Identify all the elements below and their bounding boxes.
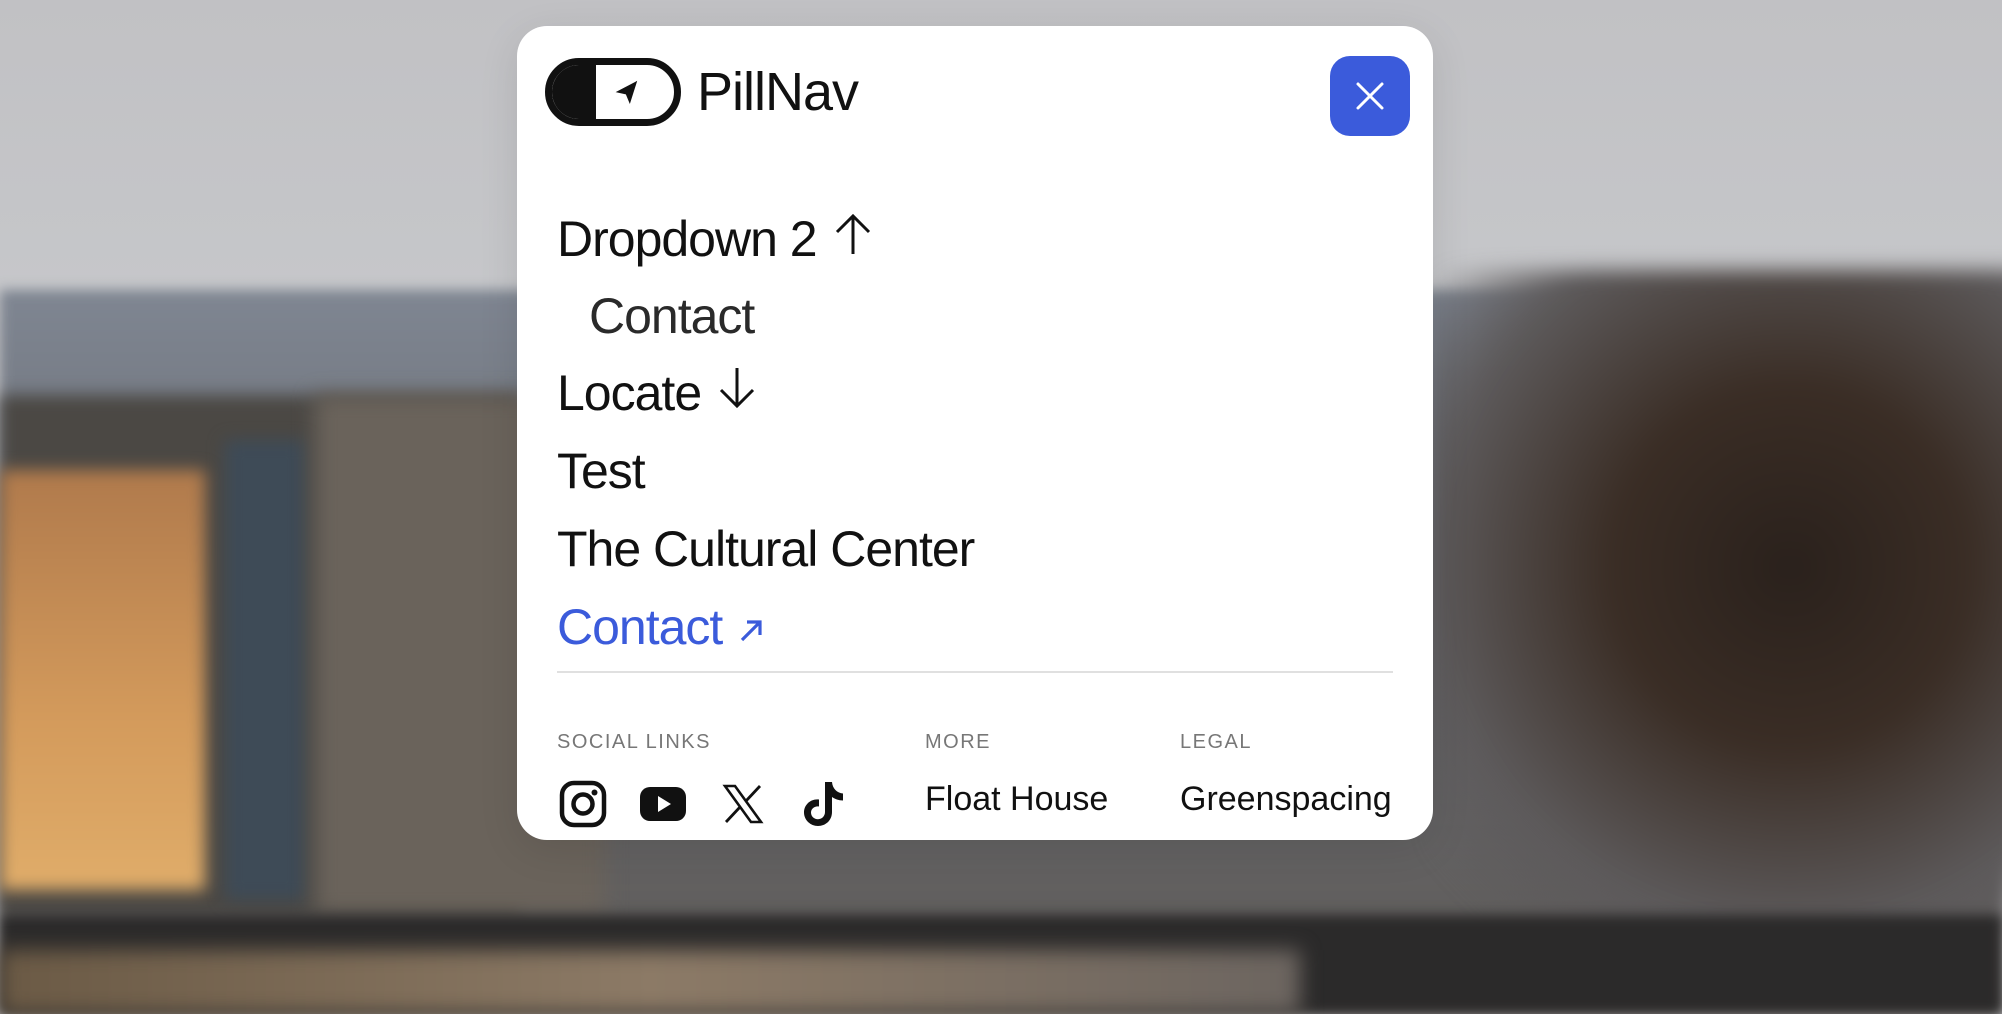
menu-item-dropdown-2[interactable]: Dropdown 2: [557, 200, 974, 278]
menu-item-test[interactable]: Test: [557, 432, 974, 510]
youtube-icon[interactable]: [637, 778, 689, 830]
more-link-float-house[interactable]: Float House: [925, 780, 1108, 819]
arrow-up-right-icon: [738, 588, 764, 666]
background-lit-window: [0, 470, 205, 890]
arrow-down-icon: [717, 354, 757, 432]
legal-heading: LEGAL: [1180, 731, 1252, 753]
arrow-up-icon: [833, 200, 873, 278]
menu-item-label: Test: [557, 443, 646, 499]
menu-item-label: The Cultural Center: [557, 521, 975, 577]
brand-logo[interactable]: PillNav: [545, 58, 859, 126]
legal-link-greenspacing[interactable]: Greenspacing: [1180, 780, 1392, 819]
mobile-menu-panel: PillNav Dropdown 2 Contact Locate Test T…: [517, 26, 1433, 840]
menu-item-contact-external[interactable]: Contact: [557, 588, 974, 666]
x-icon[interactable]: [717, 778, 769, 830]
menu-subitem-contact[interactable]: Contact: [557, 278, 974, 354]
footer-divider: [557, 671, 1393, 673]
navigation-arrow-icon: [615, 80, 638, 105]
background-tree: [1430, 270, 2002, 930]
menu-item-label: Contact: [589, 288, 755, 344]
main-menu: Dropdown 2 Contact Locate Test The Cultu…: [557, 200, 975, 666]
background-lower-glow: [0, 950, 1300, 1014]
logo-pill-icon: [545, 58, 681, 126]
instagram-icon[interactable]: [557, 778, 609, 830]
brand-name: PillNav: [697, 62, 859, 122]
background-glass-window: [225, 440, 305, 900]
more-heading: MORE: [925, 731, 991, 753]
social-links-heading: SOCIAL LINKS: [557, 731, 711, 753]
menu-item-locate[interactable]: Locate: [557, 354, 974, 432]
close-menu-button[interactable]: [1330, 56, 1410, 136]
social-icons: [557, 778, 877, 830]
menu-item-label: Dropdown 2: [557, 211, 818, 267]
tiktok-icon[interactable]: [797, 778, 849, 830]
menu-item-cultural-center[interactable]: The Cultural Center: [557, 510, 975, 588]
menu-item-label: Locate: [557, 365, 702, 421]
menu-item-label: Contact: [557, 599, 723, 655]
close-icon: [1356, 82, 1384, 110]
